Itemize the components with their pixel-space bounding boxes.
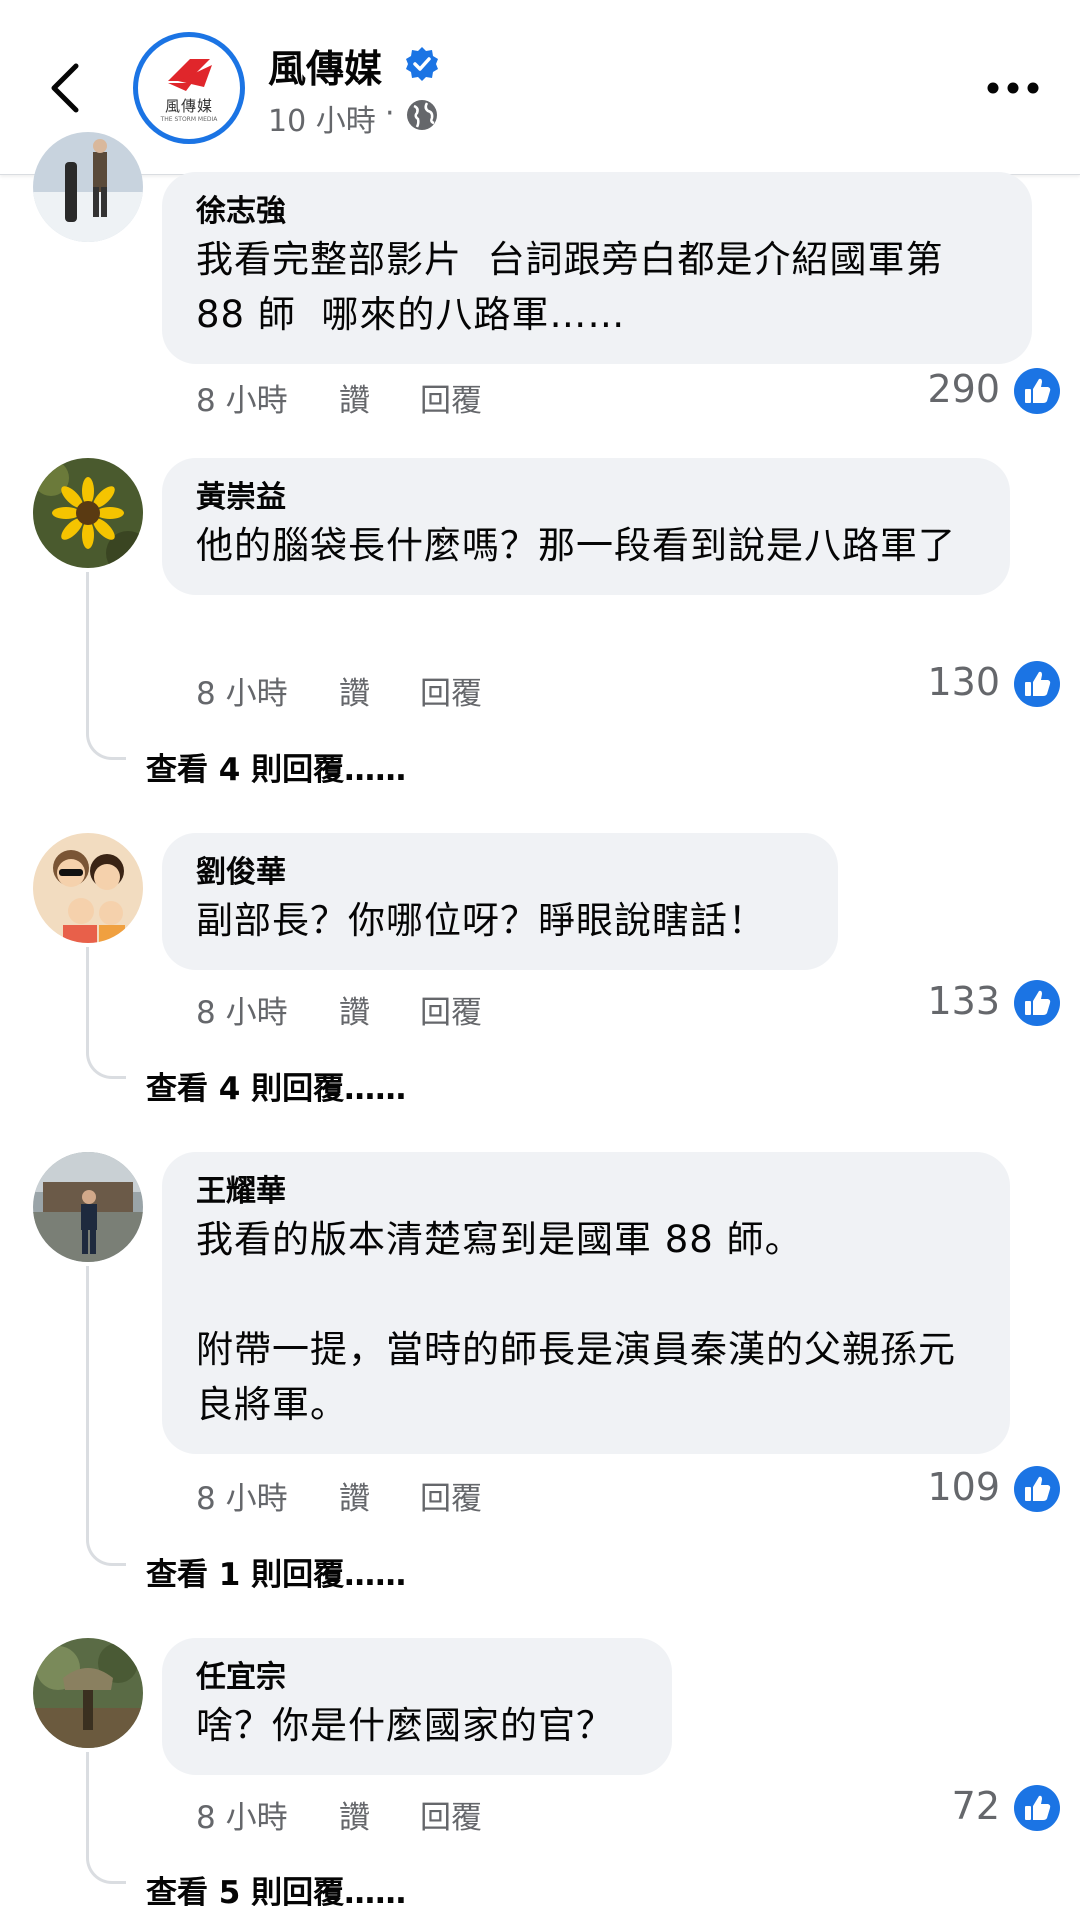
like-button[interactable]: 讚 [339, 375, 370, 420]
comment-time[interactable]: 8 小時 [196, 1792, 288, 1837]
view-replies-link[interactable]: 查看 5 則回覆…… [146, 1867, 406, 1906]
thread-connector [86, 947, 126, 1079]
comment-bubble: 王耀華 我看的版本清楚寫到是國軍 88 師。 附帶一提，當時的師長是演員秦漢的父… [162, 1152, 1010, 1454]
reply-button[interactable]: 回覆 [420, 375, 482, 420]
comment-text: 他的腦袋長什麼嗎？那一段看到說是八路軍了 [196, 524, 956, 567]
thumbs-up-icon [1014, 661, 1060, 707]
page-avatar[interactable]: 風傳媒 THE STORM MEDIA [133, 32, 245, 144]
post-time[interactable]: 10 小時 [268, 96, 376, 140]
thumbs-up-icon [1014, 980, 1060, 1026]
comment-author[interactable]: 黃崇益 [196, 478, 974, 518]
thread-connector [86, 1266, 126, 1566]
thumbs-up-icon [1014, 1466, 1060, 1512]
storm-media-logo [168, 59, 212, 91]
reply-button[interactable]: 回覆 [420, 1792, 482, 1837]
comments-screen: 風傳媒 THE STORM MEDIA 風傳媒 10 小時 · 徐志強 我看完整… [0, 0, 1080, 1906]
view-replies-link[interactable]: 查看 1 則回覆…… [146, 1549, 406, 1594]
like-button[interactable]: 讚 [339, 1473, 370, 1518]
comment-text: 啥？你是什麼國家的官？ [196, 1704, 614, 1747]
separator-dot: · [385, 96, 395, 131]
more-icon[interactable] [985, 78, 1041, 98]
comment-time[interactable]: 8 小時 [196, 987, 288, 1032]
like-button[interactable]: 讚 [339, 1792, 370, 1837]
thumbs-up-icon [1014, 1785, 1060, 1831]
post-header: 風傳媒 THE STORM MEDIA 風傳媒 10 小時 · [0, 0, 1080, 175]
commenter-avatar[interactable] [33, 833, 143, 943]
comment-bubble: 徐志強 我看完整部影片 台詞跟旁白都是介紹國軍第 88 師 哪來的八路軍…… [162, 172, 1032, 364]
comment-time[interactable]: 8 小時 [196, 668, 288, 713]
view-replies-link[interactable]: 查看 4 則回覆…… [146, 1063, 406, 1108]
reply-button[interactable]: 回覆 [420, 987, 482, 1032]
logo-subtext: THE STORM MEDIA [160, 116, 218, 123]
comment-author[interactable]: 任宜宗 [196, 1658, 636, 1698]
like-count[interactable]: 133 [927, 979, 1000, 1023]
comment-text: 我看的版本清楚寫到是國軍 88 師。 附帶一提，當時的師長是演員秦漢的父親孫元良… [196, 1218, 956, 1426]
like-button[interactable]: 讚 [339, 987, 370, 1032]
page-name[interactable]: 風傳媒 [268, 38, 382, 93]
logo-text: 風傳媒 [164, 97, 213, 115]
verified-badge-icon [406, 47, 438, 81]
thread-connector [86, 572, 126, 760]
like-count[interactable]: 72 [952, 1784, 1000, 1828]
globe-icon [407, 100, 437, 130]
commenter-avatar[interactable] [33, 1152, 143, 1262]
comment-time[interactable]: 8 小時 [196, 1473, 288, 1518]
comment-author[interactable]: 王耀華 [196, 1172, 974, 1212]
reply-button[interactable]: 回覆 [420, 668, 482, 713]
comment-bubble: 任宜宗 啥？你是什麼國家的官？ [162, 1638, 672, 1775]
comment-bubble: 黃崇益 他的腦袋長什麼嗎？那一段看到說是八路軍了 [162, 458, 1010, 595]
comment-time[interactable]: 8 小時 [196, 375, 288, 420]
view-replies-link[interactable]: 查看 4 則回覆…… [146, 744, 406, 789]
comment-text: 副部長？你哪位呀？睜眼說瞎話！ [196, 899, 766, 942]
like-count[interactable]: 109 [927, 1465, 1000, 1509]
comment-author[interactable]: 徐志強 [196, 192, 996, 232]
reply-button[interactable]: 回覆 [420, 1473, 482, 1518]
like-button[interactable]: 讚 [339, 668, 370, 713]
like-count[interactable]: 290 [927, 367, 1000, 411]
chevron-left-icon[interactable] [42, 58, 92, 118]
thread-connector [86, 1752, 126, 1884]
commenter-avatar[interactable] [33, 132, 143, 242]
like-count[interactable]: 130 [927, 660, 1000, 704]
commenter-avatar[interactable] [33, 1638, 143, 1748]
thumbs-up-icon [1014, 368, 1060, 414]
comment-bubble: 劉俊華 副部長？你哪位呀？睜眼說瞎話！ [162, 833, 838, 970]
commenter-avatar[interactable] [33, 458, 143, 568]
comment-author[interactable]: 劉俊華 [196, 853, 802, 893]
comment-text: 我看完整部影片 台詞跟旁白都是介紹國軍第 88 師 哪來的八路軍…… [196, 238, 957, 336]
